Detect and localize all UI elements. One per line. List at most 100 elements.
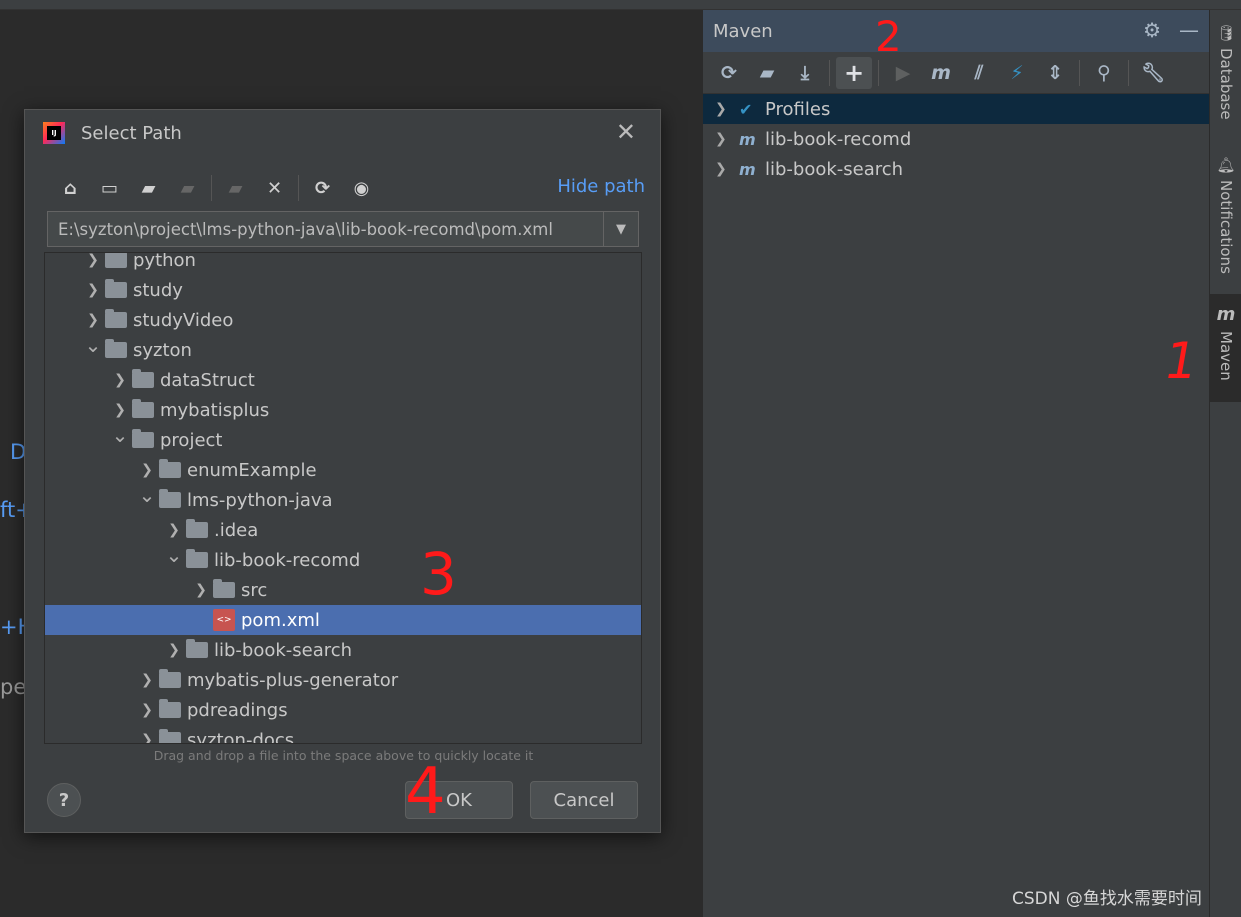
tree-folder-row[interactable]: ❯ .idea — [45, 515, 641, 545]
folder-icon — [186, 519, 208, 538]
tree-folder-row[interactable]: ❯ studyVideo — [45, 305, 641, 335]
help-button[interactable]: ? — [47, 783, 81, 817]
tree-folder-row[interactable]: ❯ lib-book-search — [45, 635, 641, 665]
chevron-right-icon[interactable]: ❯ — [135, 702, 159, 718]
new-folder-icon[interactable]: ▰ — [218, 174, 253, 202]
folder-icon — [132, 429, 154, 448]
chevron-right-icon[interactable]: ❯ — [162, 522, 186, 538]
path-input[interactable] — [48, 212, 604, 246]
desktop-icon[interactable]: ▭ — [92, 174, 127, 202]
toolbar-separator — [211, 175, 212, 201]
tree-item-label: lib-book-search — [214, 639, 353, 661]
reload-icon[interactable]: ⟳ — [711, 57, 747, 89]
tree-item-label: dataStruct — [160, 369, 255, 391]
minimize-icon[interactable]: — — [1179, 18, 1199, 42]
toolbar-separator — [1079, 59, 1080, 86]
tree-item-label: syzton — [133, 339, 192, 361]
tree-item-label: pom.xml — [241, 609, 320, 631]
chevron-right-icon[interactable]: ❯ — [108, 402, 132, 418]
tree-folder-row[interactable]: ❯ src — [45, 575, 641, 605]
execute-goal-icon[interactable]: m — [923, 57, 959, 89]
chevron-right-icon[interactable]: ❯ — [81, 253, 105, 268]
maven-toolbar: ⟳ ▰ ⤓ + ▶ m ⫽ ⚡ ⇕ ⚲ 🔧︎ — [703, 52, 1209, 94]
tree-item-label: .idea — [214, 519, 259, 541]
chevron-right-icon[interactable]: ❯ — [81, 312, 105, 328]
tree-folder-row[interactable]: ⌄ lib-book-recomd — [45, 543, 641, 575]
project-folder-icon[interactable]: ▰ — [131, 174, 166, 202]
delete-icon[interactable]: ✕ — [257, 174, 292, 202]
hide-path-link[interactable]: Hide path — [557, 176, 645, 197]
dialog-title-bar: IJ Select Path ✕ — [25, 110, 660, 156]
chevron-right-icon[interactable]: ❯ — [135, 732, 159, 743]
settings-icon[interactable]: 🔧︎ — [1135, 57, 1171, 89]
chevron-down-icon[interactable]: ⌄ — [162, 543, 186, 567]
chevron-down-icon[interactable]: ⌄ — [81, 333, 105, 357]
tree-item-label: mybatis-plus-generator — [187, 669, 399, 691]
tree-item-label: enumExample — [187, 459, 317, 481]
maven-tree-item-project[interactable]: ❯ m lib-book-search — [703, 154, 1209, 184]
run-icon[interactable]: ▶ — [885, 57, 921, 89]
intellij-logo-icon: IJ — [43, 122, 65, 144]
tree-folder-row[interactable]: ⌄ syzton — [45, 333, 641, 365]
tree-folder-row[interactable]: ❯ dataStruct — [45, 365, 641, 395]
database-icon: 🛢︎ — [1216, 24, 1236, 42]
maven-tree-item-label: lib-book-search — [765, 158, 904, 180]
generate-sources-icon[interactable]: ▰ — [749, 57, 785, 89]
chevron-right-icon[interactable]: ❯ — [108, 372, 132, 388]
add-icon[interactable]: + — [836, 56, 872, 89]
folder-icon — [186, 549, 208, 568]
tree-folder-row[interactable]: ⌄ project — [45, 423, 641, 455]
tree-folder-row[interactable]: ❯ study — [45, 275, 641, 305]
tree-folder-row[interactable]: ❯ pdreadings — [45, 695, 641, 725]
chevron-down-icon[interactable]: ⌄ — [135, 483, 159, 507]
maven-tree-item-profiles[interactable]: ❯ ✔ Profiles — [703, 94, 1209, 124]
tool-window-database[interactable]: 🛢︎ Database — [1210, 24, 1241, 120]
tree-file-row[interactable]: <> pom.xml — [45, 605, 641, 635]
chevron-right-icon[interactable]: ❯ — [135, 672, 159, 688]
module-folder-icon[interactable]: ▰ — [170, 174, 205, 202]
toggle-offline-icon[interactable]: ⫽ — [961, 57, 997, 89]
refresh-icon[interactable]: ⟳ — [305, 174, 340, 202]
tree-folder-row[interactable]: ❯ mybatisplus — [45, 395, 641, 425]
right-tool-strip: 🛢︎ Database 🔔︎ Notifications m Maven — [1209, 10, 1241, 917]
tree-folder-row[interactable]: ❯ mybatis-plus-generator — [45, 665, 641, 695]
maven-tree-item-project[interactable]: ❯ m lib-book-recomd — [703, 124, 1209, 154]
cancel-button[interactable]: Cancel — [530, 781, 638, 819]
toolbar-separator — [298, 175, 299, 201]
chevron-right-icon[interactable]: ❯ — [162, 642, 186, 658]
tree-folder-row[interactable]: ❯ enumExample — [45, 455, 641, 485]
tree-folder-row[interactable]: ❯ syzton-docs — [45, 725, 641, 743]
analyze-deps-icon[interactable]: ⚲ — [1086, 57, 1122, 89]
folder-icon — [105, 253, 127, 268]
maven-module-icon: m — [739, 129, 756, 149]
chevron-down-icon[interactable]: ▼ — [604, 212, 638, 246]
show-hidden-icon[interactable]: ◉ — [344, 174, 379, 202]
tree-folder-row[interactable]: ❯ python — [45, 253, 641, 275]
tool-window-maven[interactable]: m Maven — [1210, 294, 1241, 402]
folder-icon — [159, 729, 181, 743]
download-icon[interactable]: ⤓ — [787, 57, 823, 89]
gear-icon[interactable]: ⚙ — [1143, 18, 1161, 42]
home-icon[interactable]: ⌂ — [53, 174, 88, 202]
chevron-right-icon[interactable]: ❯ — [715, 131, 739, 147]
skip-tests-icon[interactable]: ⚡ — [999, 57, 1035, 89]
chevron-right-icon[interactable]: ❯ — [81, 282, 105, 298]
tree-item-label: lms-python-java — [187, 489, 333, 511]
drag-drop-hint: Drag and drop a file into the space abov… — [153, 748, 534, 763]
toolbar-separator — [1128, 59, 1129, 86]
collapse-all-icon[interactable]: ⇕ — [1037, 57, 1073, 89]
tree-folder-row[interactable]: ⌄ lms-python-java — [45, 483, 641, 515]
window-top-bar — [0, 0, 1241, 10]
tool-window-notifications[interactable]: 🔔︎ Notifications — [1210, 156, 1241, 274]
chevron-right-icon[interactable]: ❯ — [715, 161, 739, 177]
maven-title: Maven — [713, 20, 773, 42]
chevron-right-icon[interactable]: ❯ — [135, 462, 159, 478]
chevron-down-icon[interactable]: ⌄ — [108, 423, 132, 447]
chevron-right-icon[interactable]: ❯ — [715, 101, 739, 117]
folder-icon — [105, 339, 127, 358]
tree-item-label: lib-book-recomd — [214, 549, 361, 571]
close-icon[interactable]: ✕ — [616, 118, 636, 146]
chevron-right-icon[interactable]: ❯ — [189, 582, 213, 598]
maven-header: Maven ⚙ — — [703, 10, 1209, 52]
bell-icon: 🔔︎ — [1216, 156, 1236, 174]
